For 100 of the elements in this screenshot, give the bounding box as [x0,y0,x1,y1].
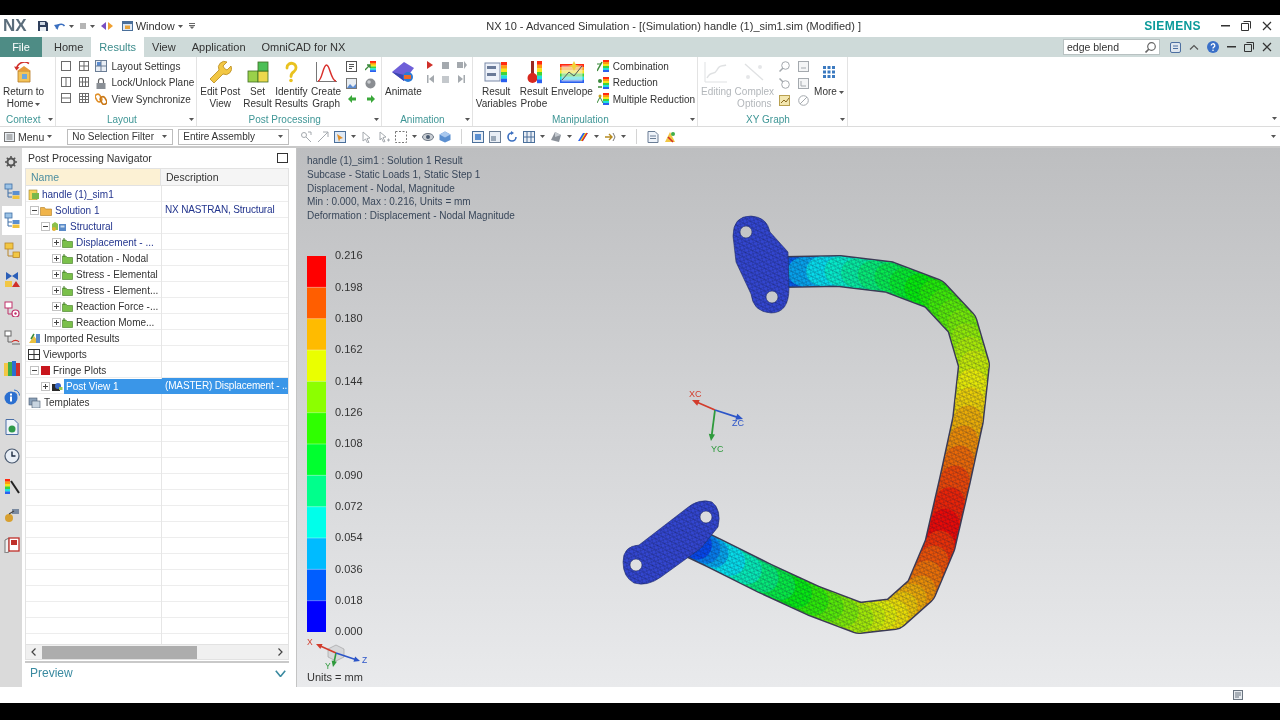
selection-filter-dropdown[interactable]: No Selection Filter [67,128,174,145]
collapse-icon[interactable] [30,205,39,215]
four-view-icon[interactable] [79,61,90,71]
expand-icon[interactable] [52,301,61,311]
framed-square-icon[interactable] [472,130,485,143]
collapse-icon[interactable] [30,365,39,375]
color-arrow-icon[interactable] [365,61,377,72]
tree-item[interactable]: Fringe Plots [51,362,109,378]
tree-item[interactable]: Structural [68,218,115,234]
tree-item[interactable]: Stress - Elemental [74,266,160,282]
tree-item[interactable]: Reaction Force -... [74,298,161,314]
result-variables-button[interactable]: Result Variables [474,57,518,110]
dialog-launcher-icon[interactable] [690,117,696,121]
text-lines-icon[interactable] [346,61,358,72]
caret-icon[interactable] [594,135,600,138]
collapse-ribbon-icon[interactable] [1189,44,1199,50]
expand-icon[interactable] [52,237,61,247]
layout-settings-button[interactable]: Layout Settings [95,58,195,75]
toolbar-options-icon[interactable] [1271,135,1276,138]
list-window-icon[interactable] [1233,690,1243,700]
picture-icon[interactable] [346,78,358,89]
close-icon[interactable] [1262,42,1272,52]
arrow-bracket-icon[interactable] [604,130,617,143]
reduction-button[interactable]: Reduction [596,74,696,91]
rotate-icon[interactable] [506,130,519,143]
lock-plane-button[interactable]: Lock/Unlock Plane [95,74,195,91]
edit-post-view-button[interactable]: Edit Post View [199,57,242,110]
search-icon[interactable] [1145,41,1156,53]
ribbon-tab[interactable]: Home [46,37,92,57]
restore-icon[interactable] [1244,42,1254,52]
create-graph-button[interactable]: Create Graph [310,57,343,110]
two-row-view-icon[interactable] [61,93,72,103]
return-home-button[interactable]: Return to Home [2,57,46,110]
combination-button[interactable]: Combination [596,58,696,75]
dialog-launcher-icon[interactable] [374,117,380,121]
caret-icon[interactable] [567,135,573,138]
tree-item[interactable]: Rotation - Nodal [74,250,151,266]
tree-item[interactable]: Solution 1 [53,202,102,218]
column-header[interactable]: Description [161,169,288,185]
scroll-left-icon[interactable] [31,648,36,656]
tree-item[interactable]: Stress - Element... [74,282,161,298]
animate-button[interactable]: Animate [384,57,423,98]
caret-icon[interactable] [68,24,74,28]
file-tab[interactable]: File [0,37,42,57]
set-result-button[interactable]: Set Result [242,57,273,110]
dialog-launcher-icon[interactable] [189,117,195,121]
minimize-icon[interactable] [1227,46,1236,48]
tree-item[interactable]: Displacement - ... [74,234,156,250]
result-probe-button[interactable]: Result Probe [518,57,550,110]
maximize-icon[interactable] [277,153,288,163]
caret-icon[interactable] [412,135,418,138]
window-square-icon[interactable] [489,130,502,143]
expand-icon[interactable] [52,253,61,263]
search-field[interactable]: edge blend [1063,39,1160,55]
expand-icon[interactable] [52,317,61,327]
tree-item[interactable]: Imported Results [42,330,122,346]
tree-item[interactable]: handle (1)_sim1 [40,186,116,202]
assembly-scope-dropdown[interactable]: Entire Assembly [178,128,290,145]
dashed-box-icon[interactable] [395,130,408,143]
arrow-right-icon[interactable] [366,95,375,103]
caret-icon[interactable] [351,135,357,138]
close-icon[interactable] [1262,21,1272,31]
save-icon[interactable] [37,21,48,31]
ribbon-tab[interactable]: OmniCAD for NX [253,37,354,57]
arrow-left-icon[interactable] [347,95,356,103]
ribbon-tab[interactable]: Application [183,37,254,57]
dialog-launcher-icon[interactable] [464,117,470,121]
tree-item[interactable]: Reaction Mome... [74,314,157,330]
view-synchronize-button[interactable]: View Synchronize [95,91,195,108]
window-menu-button[interactable]: Window [121,20,183,32]
collapse-icon[interactable] [41,221,50,231]
expand-icon[interactable] [52,269,61,279]
multiple-reduction-button[interactable]: Multiple Reduction [596,91,696,108]
caret-icon[interactable] [540,135,546,138]
play-icon[interactable] [427,61,434,69]
grid-icon[interactable] [523,130,536,143]
ribbon-tab[interactable]: Results [91,37,145,57]
menu-button[interactable]: Menu [4,130,53,143]
preview-section-toggle[interactable]: Preview [25,661,289,683]
cube-icon[interactable] [439,130,452,143]
chart-panel-icon[interactable] [779,95,791,106]
identify-results-button[interactable]: Identify Results [273,57,310,110]
shaded-body-icon[interactable] [550,130,563,143]
expand-icon[interactable] [52,285,61,295]
envelope-button[interactable]: Envelope [550,57,594,98]
dialog-launcher-icon[interactable] [839,117,845,121]
ribbon-tab[interactable]: View [144,37,184,57]
caret-icon[interactable] [621,135,627,138]
document-icon[interactable] [647,130,660,143]
sphere-icon[interactable] [365,78,377,89]
cursor-box-icon[interactable] [334,130,347,143]
more-button[interactable]: More [813,57,845,98]
scrollbar-thumb[interactable] [42,645,197,659]
two-column-view-icon[interactable] [61,77,72,87]
arrows-icon[interactable] [100,21,113,31]
dialog-launcher-icon[interactable] [48,117,54,121]
minimize-icon[interactable] [1221,25,1230,27]
rainbow-stripe-icon[interactable] [577,130,590,143]
nine-view-icon[interactable] [79,93,90,103]
caret-icon[interactable] [89,24,95,28]
